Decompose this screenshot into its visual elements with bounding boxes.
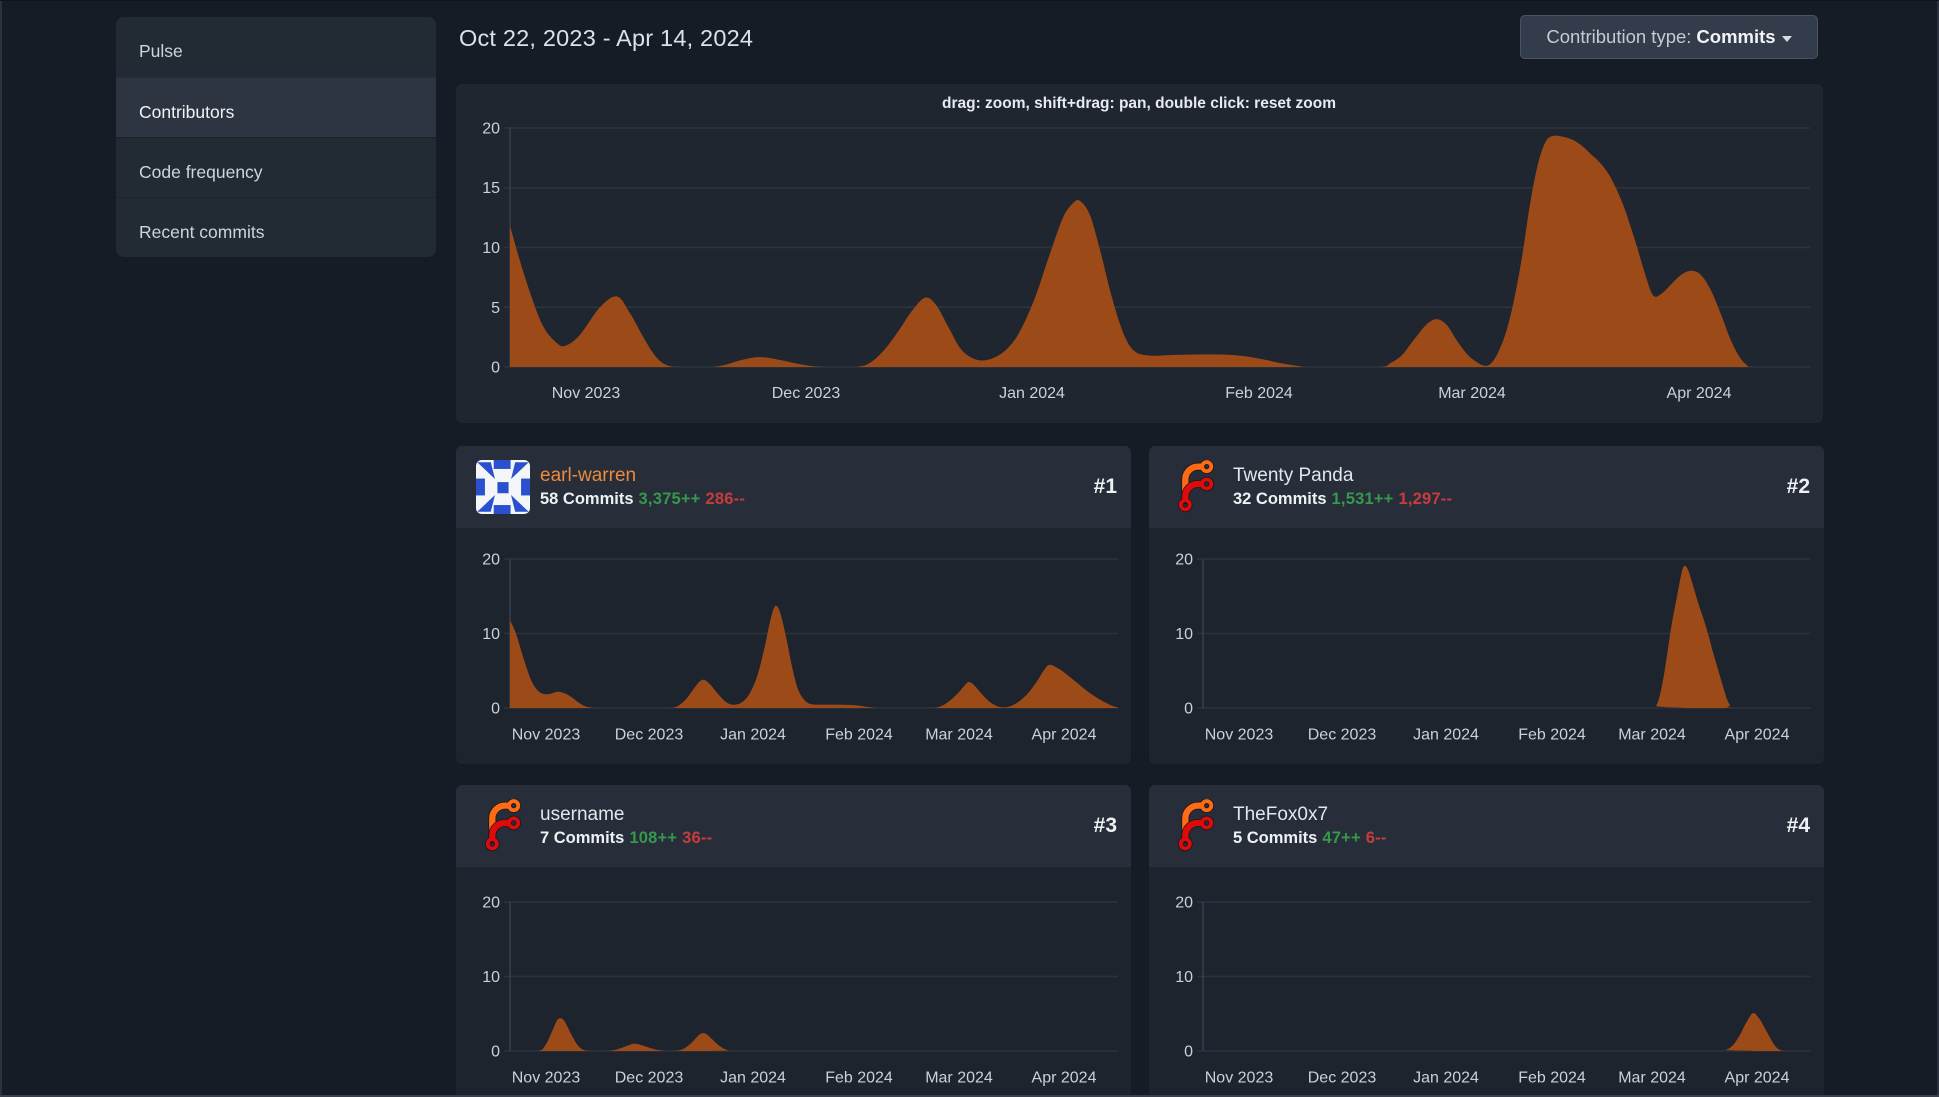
svg-text:Apr 2024: Apr 2024 — [1667, 385, 1732, 402]
svg-text:Feb 2024: Feb 2024 — [1225, 385, 1293, 402]
svg-text:Jan 2024: Jan 2024 — [720, 727, 786, 744]
svg-text:Nov 2023: Nov 2023 — [552, 385, 621, 402]
svg-text:Feb 2024: Feb 2024 — [1518, 1070, 1586, 1087]
svg-text:Nov 2023: Nov 2023 — [512, 1070, 581, 1087]
svg-text:Apr 2024: Apr 2024 — [1725, 727, 1790, 744]
svg-text:Apr 2024: Apr 2024 — [1725, 1070, 1790, 1087]
svg-text:Dec 2023: Dec 2023 — [1308, 1070, 1377, 1087]
svg-text:Apr 2024: Apr 2024 — [1032, 727, 1097, 744]
svg-text:Mar 2024: Mar 2024 — [925, 727, 993, 744]
svg-text:Dec 2023: Dec 2023 — [772, 385, 841, 402]
svg-text:drag: zoom, shift+drag: pan, d: drag: zoom, shift+drag: pan, double clic… — [942, 95, 1336, 112]
svg-text:0: 0 — [491, 1044, 500, 1061]
svg-text:Jan 2024: Jan 2024 — [720, 1070, 786, 1087]
svg-text:10: 10 — [1175, 626, 1193, 643]
svg-text:Feb 2024: Feb 2024 — [825, 1070, 893, 1087]
svg-text:Apr 2024: Apr 2024 — [1032, 1070, 1097, 1087]
svg-text:10: 10 — [482, 626, 500, 643]
svg-text:Jan 2024: Jan 2024 — [1413, 1070, 1479, 1087]
svg-text:Mar 2024: Mar 2024 — [925, 1070, 993, 1087]
svg-text:20: 20 — [1175, 895, 1193, 912]
svg-text:Mar 2024: Mar 2024 — [1438, 385, 1506, 402]
svg-text:0: 0 — [1184, 1044, 1193, 1061]
svg-text:Nov 2023: Nov 2023 — [512, 727, 581, 744]
svg-text:Dec 2023: Dec 2023 — [615, 1070, 684, 1087]
svg-text:20: 20 — [482, 121, 500, 138]
svg-text:20: 20 — [1175, 552, 1193, 569]
svg-text:Jan 2024: Jan 2024 — [1413, 727, 1479, 744]
svg-text:20: 20 — [482, 552, 500, 569]
svg-text:Mar 2024: Mar 2024 — [1618, 1070, 1686, 1087]
svg-text:10: 10 — [1175, 969, 1193, 986]
svg-text:Nov 2023: Nov 2023 — [1205, 727, 1274, 744]
svg-text:15: 15 — [482, 180, 500, 197]
svg-text:Dec 2023: Dec 2023 — [1308, 727, 1377, 744]
svg-text:Feb 2024: Feb 2024 — [1518, 727, 1586, 744]
svg-text:10: 10 — [482, 240, 500, 257]
svg-text:Feb 2024: Feb 2024 — [825, 727, 893, 744]
svg-text:0: 0 — [1184, 701, 1193, 718]
svg-text:5: 5 — [491, 300, 500, 317]
svg-text:Mar 2024: Mar 2024 — [1618, 727, 1686, 744]
svg-text:Dec 2023: Dec 2023 — [615, 727, 684, 744]
svg-text:0: 0 — [491, 701, 500, 718]
svg-text:20: 20 — [482, 895, 500, 912]
svg-text:10: 10 — [482, 969, 500, 986]
svg-text:Nov 2023: Nov 2023 — [1205, 1070, 1274, 1087]
svg-text:Jan 2024: Jan 2024 — [999, 385, 1065, 402]
svg-text:0: 0 — [491, 360, 500, 377]
